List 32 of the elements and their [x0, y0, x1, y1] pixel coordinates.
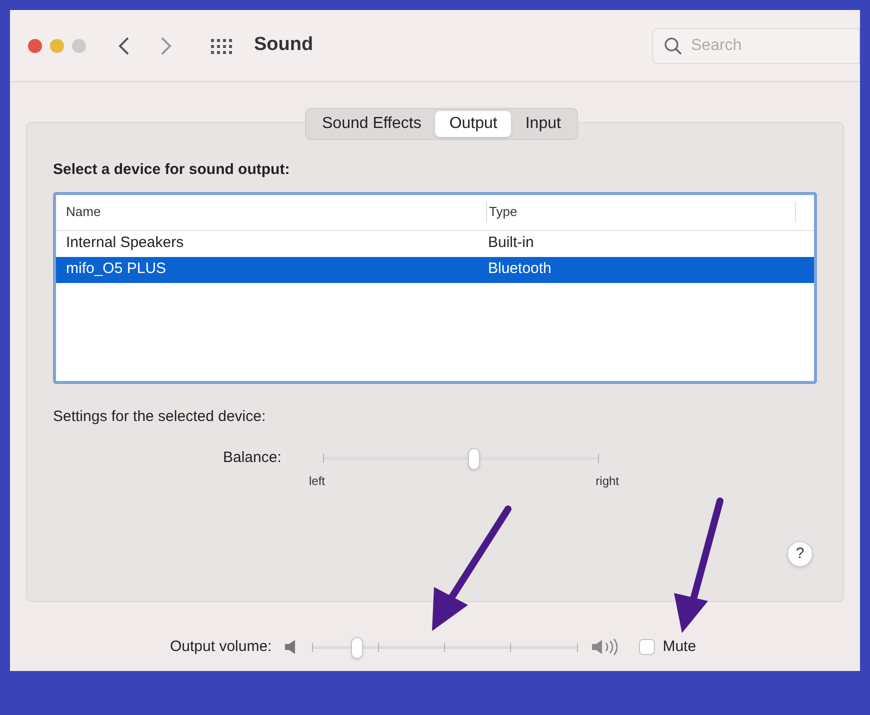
- slider-min-label: left: [309, 473, 326, 490]
- zoom-icon[interactable]: [72, 38, 86, 52]
- column-header[interactable]: Name: [56, 202, 486, 222]
- tab[interactable]: Sound Effects: [308, 111, 436, 137]
- table-cell-text: Built-in: [487, 233, 534, 254]
- back-icon[interactable]: [118, 36, 130, 56]
- minimize-icon[interactable]: [50, 38, 64, 52]
- mute-checkbox[interactable]: [638, 639, 655, 656]
- column-header[interactable]: Type: [486, 202, 796, 222]
- grid-icon[interactable]: [210, 38, 234, 54]
- table-row[interactable]: mifo_O5 PLUS Bluetooth: [56, 256, 814, 282]
- section-heading: Settings for the selected device:: [53, 406, 267, 426]
- tab[interactable]: Input: [511, 111, 575, 137]
- slider-thumb[interactable]: [468, 448, 480, 470]
- slider-thumb[interactable]: [350, 637, 363, 660]
- output-volume-label: Output volume:: [170, 637, 272, 657]
- balance-label: Balance:: [223, 448, 282, 468]
- help-button[interactable]: ?: [787, 541, 813, 567]
- tab[interactable]: Output: [435, 111, 512, 137]
- table-cell-text: mifo_O5 PLUS: [65, 259, 168, 280]
- table-cell-text: Internal Speakers: [65, 233, 185, 254]
- speaker-icon: [284, 639, 298, 656]
- slider-max-label: right: [596, 473, 619, 490]
- window-title: Sound: [254, 33, 314, 58]
- table-row[interactable]: Internal Speakers Built-in: [56, 230, 814, 256]
- search-icon: [664, 36, 682, 54]
- close-icon[interactable]: [28, 38, 42, 52]
- mute-label: Mute: [662, 637, 696, 657]
- forward-icon[interactable]: [160, 36, 172, 56]
- section-heading: Select a device for sound output:: [53, 160, 291, 180]
- table-cell-text: Bluetooth: [487, 259, 552, 280]
- search-field[interactable]: Search: [652, 28, 860, 64]
